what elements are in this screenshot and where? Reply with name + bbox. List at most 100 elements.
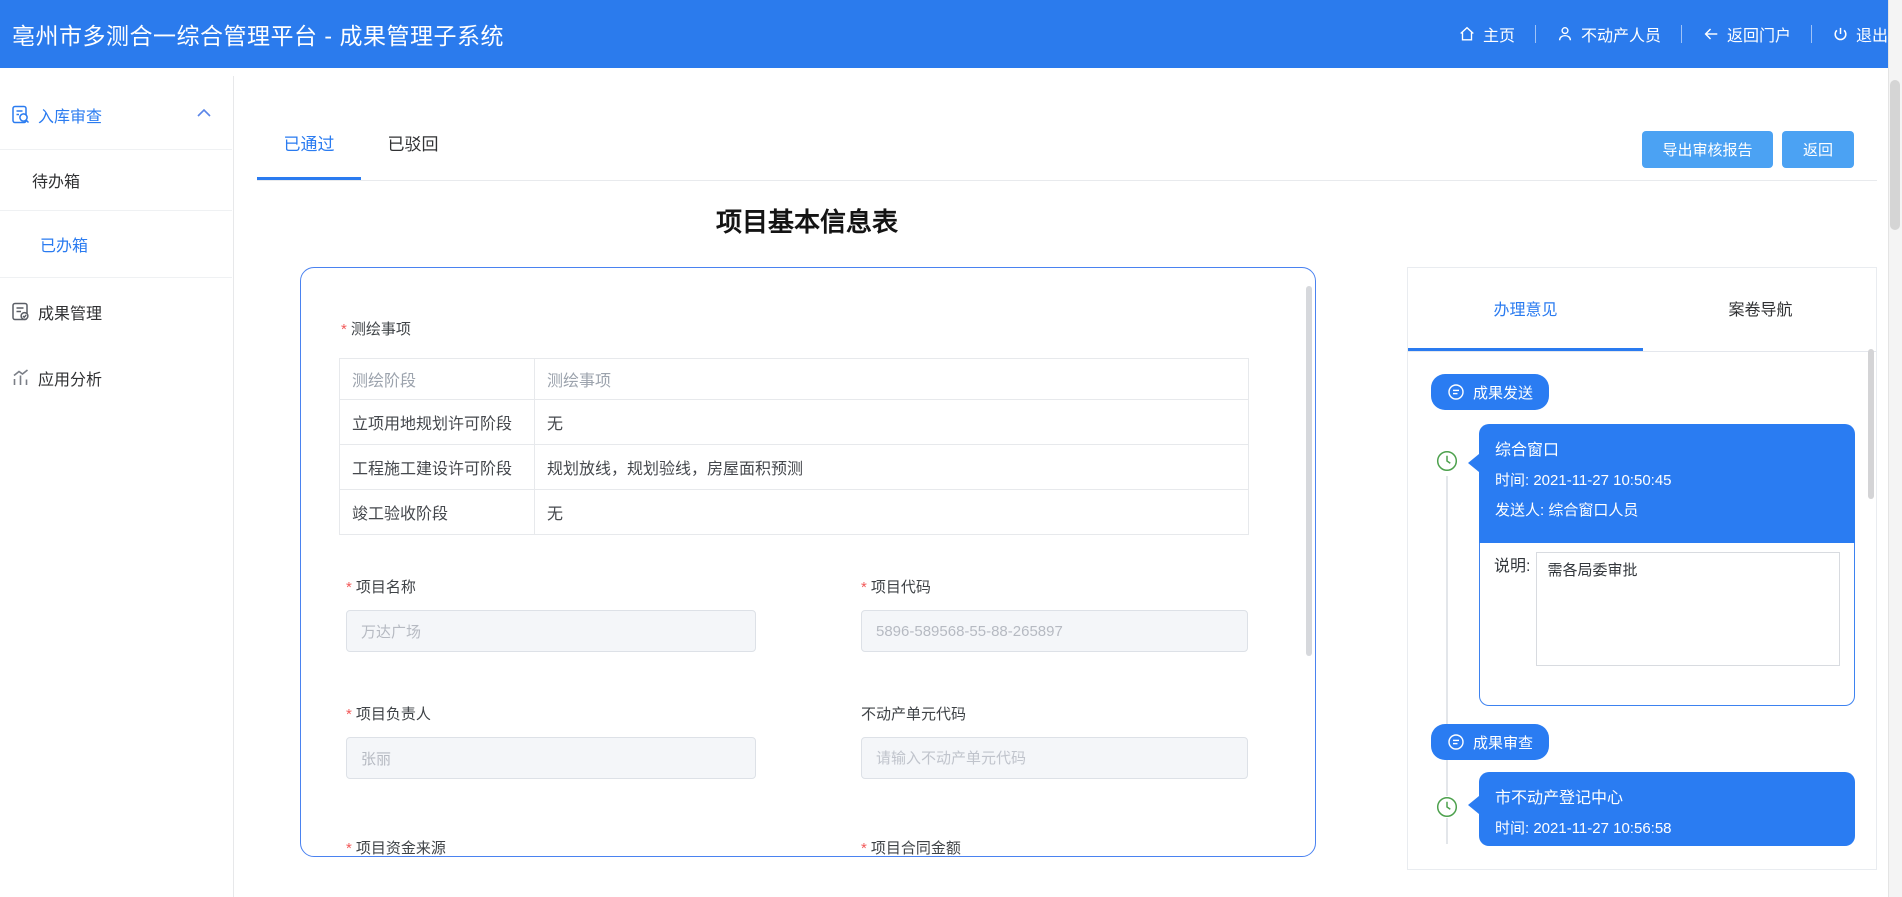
sidebar: 入库审查 待办箱 已办箱 成果管理 应用分析 bbox=[0, 76, 234, 897]
result-send-badge[interactable]: 成果发送 bbox=[1431, 374, 1550, 410]
tab-passed-label: 已通过 bbox=[283, 135, 335, 154]
table-cell: 工程施工建设许可阶段 bbox=[339, 444, 535, 490]
page-scrollbar-thumb[interactable] bbox=[1890, 80, 1900, 230]
header-nav: 主页 不动产人员 返回门户 退出 bbox=[1458, 0, 1888, 68]
table-cell: 无 bbox=[534, 399, 1249, 445]
panel-tabs-border bbox=[1408, 351, 1876, 352]
survey-items-table: 测绘阶段 测绘事项 立项用地规划许可阶段 无 工程施工建设许可阶段 规划放线，规… bbox=[339, 358, 1249, 535]
sidebar-item-results-management[interactable]: 成果管理 bbox=[0, 290, 232, 334]
bar-chart-icon bbox=[13, 369, 28, 385]
table-header-cell: 测绘阶段 bbox=[339, 358, 535, 400]
bubble-sender: 发送人: 综合窗口人员 bbox=[1495, 502, 1639, 519]
bubble-note-section: 说明: 需各局委审批 bbox=[1479, 543, 1855, 706]
funding-source-label: 项目资金来源 bbox=[346, 839, 446, 856]
tab-handling-opinions[interactable]: 办理意见 bbox=[1408, 296, 1643, 320]
app-window: 亳州市多测合一综合管理平台 - 成果管理子系统 主页 不动产人员 返回门户 退出 bbox=[0, 0, 1902, 897]
project-leader-input[interactable] bbox=[346, 737, 756, 779]
tab-case-navigation[interactable]: 案卷导航 bbox=[1643, 296, 1878, 320]
note-label: 说明: bbox=[1494, 558, 1531, 575]
project-name-input[interactable] bbox=[346, 610, 756, 652]
app-header: 亳州市多测合一综合管理平台 - 成果管理子系统 主页 不动产人员 返回门户 退出 bbox=[0, 0, 1902, 68]
nav-portal-back[interactable]: 返回门户 bbox=[1702, 22, 1791, 46]
sidebar-item-label: 成果管理 bbox=[38, 306, 103, 323]
table-header-row: 测绘阶段 测绘事项 bbox=[339, 358, 1249, 400]
table-row: 竣工验收阶段 无 bbox=[339, 489, 1249, 535]
clock-icon bbox=[1436, 450, 1458, 472]
tab-rejected[interactable]: 已驳回 bbox=[361, 130, 465, 155]
result-send-badge-label: 成果发送 bbox=[1473, 384, 1534, 402]
survey-items-label: 测绘事项 bbox=[341, 320, 411, 340]
tab-case-navigation-label: 案卷导航 bbox=[1728, 302, 1793, 319]
nav-logout-label: 退出 bbox=[1855, 28, 1888, 45]
timeline-entry-review: 市不动产登记中心 时间: 2021-11-27 10:56:58 bbox=[1468, 772, 1855, 846]
back-button-label: 返回 bbox=[1802, 142, 1833, 159]
nav-user-label: 不动产人员 bbox=[1580, 28, 1661, 45]
home-icon bbox=[1460, 26, 1474, 41]
clock-icon bbox=[1436, 796, 1458, 818]
chevron-up-icon bbox=[197, 108, 211, 117]
app-title: 亳州市多测合一综合管理平台 - 成果管理子系统 bbox=[12, 23, 504, 49]
nav-user[interactable]: 不动产人员 bbox=[1556, 22, 1661, 46]
sidebar-item-label: 入库审查 bbox=[38, 109, 103, 126]
back-button[interactable]: 返回 bbox=[1782, 131, 1854, 168]
audit-search-icon bbox=[12, 105, 30, 124]
estate-unit-code-label: 不动产单元代码 bbox=[861, 706, 967, 723]
sidebar-item-audit-review[interactable]: 入库审查 bbox=[0, 95, 232, 135]
bubble-time: 时间: 2021-11-27 10:50:45 bbox=[1495, 472, 1672, 489]
tab-handling-opinions-label: 办理意见 bbox=[1493, 302, 1558, 319]
nav-separator bbox=[1810, 25, 1812, 43]
power-icon bbox=[1834, 27, 1847, 40]
result-review-badge[interactable]: 成果审查 bbox=[1431, 724, 1550, 760]
nav-separator bbox=[1680, 25, 1682, 43]
tab-passed[interactable]: 已通过 bbox=[257, 130, 361, 155]
export-report-button[interactable]: 导出审核报告 bbox=[1642, 131, 1773, 168]
contract-amount-label: 项目合同金额 bbox=[861, 839, 961, 856]
bubble-title: 综合窗口 bbox=[1495, 442, 1560, 459]
sidebar-item-label: 应用分析 bbox=[38, 372, 103, 389]
note-textarea[interactable]: 需各局委审批 bbox=[1536, 552, 1840, 666]
table-header-cell: 测绘事项 bbox=[534, 358, 1249, 400]
form-title: 项目基本信息表 bbox=[715, 207, 898, 237]
estate-unit-code-input[interactable] bbox=[861, 737, 1248, 779]
table-cell: 规划放线，规划验线，房屋面积预测 bbox=[534, 444, 1249, 490]
sidebar-item-todo-box[interactable]: 待办箱 bbox=[0, 150, 232, 210]
nav-portal-back-label: 返回门户 bbox=[1726, 28, 1791, 45]
sidebar-divider bbox=[0, 277, 232, 278]
tab-rejected-label: 已驳回 bbox=[387, 135, 439, 154]
user-icon bbox=[1558, 27, 1572, 41]
table-row: 工程施工建设许可阶段 规划放线，规划验线，房屋面积预测 bbox=[339, 444, 1249, 490]
table-row: 立项用地规划许可阶段 无 bbox=[339, 399, 1249, 445]
nav-home[interactable]: 主页 bbox=[1458, 22, 1515, 46]
sidebar-item-label: 已办箱 bbox=[40, 238, 89, 255]
panel-scrollbar-thumb[interactable] bbox=[1868, 349, 1874, 499]
sidebar-item-application-analysis[interactable]: 应用分析 bbox=[0, 356, 232, 400]
bubble-header: 市不动产登记中心 时间: 2021-11-27 10:56:58 bbox=[1479, 772, 1855, 846]
project-name-label: 项目名称 bbox=[346, 578, 416, 598]
document-check-icon bbox=[12, 302, 29, 321]
bubble-arrow bbox=[1468, 796, 1479, 814]
nav-home-label: 主页 bbox=[1482, 28, 1515, 45]
opinion-panel: 办理意见 案卷导航 成果发送 综合窗口 时间: 2021-11-27 10:50… bbox=[1407, 267, 1877, 870]
comment-icon bbox=[1448, 384, 1464, 400]
project-info-panel: 测绘事项 测绘阶段 测绘事项 立项用地规划许可阶段 无 工程施工建设许可阶段 规… bbox=[300, 267, 1316, 857]
back-arrow-icon bbox=[1704, 28, 1718, 40]
table-cell: 无 bbox=[534, 489, 1249, 535]
timeline-line bbox=[1446, 476, 1448, 844]
project-leader-label: 项目负责人 bbox=[346, 705, 431, 725]
bubble-title: 市不动产登记中心 bbox=[1495, 790, 1624, 807]
nav-logout[interactable]: 退出 bbox=[1832, 22, 1888, 46]
form-scrollbar-thumb[interactable] bbox=[1306, 286, 1312, 656]
bubble-arrow bbox=[1468, 454, 1479, 472]
bubble-time: 时间: 2021-11-27 10:56:58 bbox=[1495, 820, 1672, 837]
table-cell: 竣工验收阶段 bbox=[339, 489, 535, 535]
table-cell: 立项用地规划许可阶段 bbox=[339, 399, 535, 445]
bubble-header: 综合窗口 时间: 2021-11-27 10:50:45 发送人: 综合窗口人员 bbox=[1479, 424, 1855, 543]
sidebar-item-label: 待办箱 bbox=[32, 174, 81, 191]
nav-separator bbox=[1534, 25, 1536, 43]
sidebar-item-done-box[interactable]: 已办箱 bbox=[0, 211, 232, 277]
result-review-badge-label: 成果审查 bbox=[1473, 734, 1534, 752]
comment-icon bbox=[1448, 734, 1464, 750]
tabs-bottom-border bbox=[257, 180, 1877, 181]
timeline-entry-send: 综合窗口 时间: 2021-11-27 10:50:45 发送人: 综合窗口人员… bbox=[1468, 424, 1855, 706]
project-code-input[interactable] bbox=[861, 610, 1248, 652]
